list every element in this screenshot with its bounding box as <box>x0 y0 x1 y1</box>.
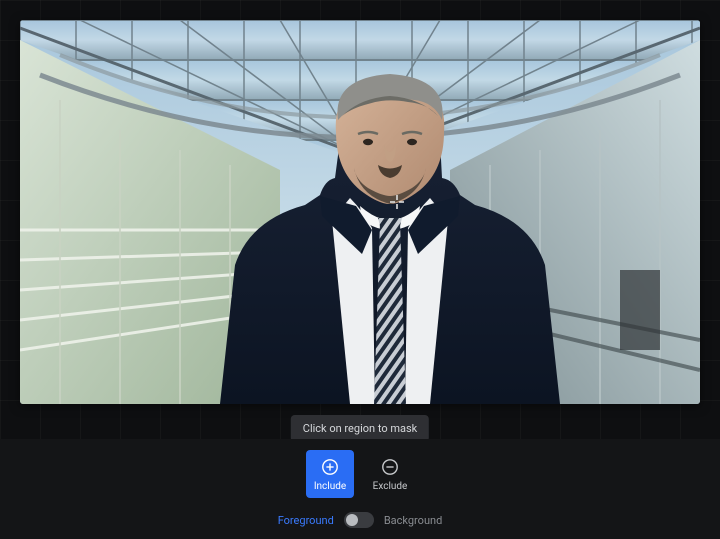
preview-canvas[interactable] <box>20 20 700 404</box>
bottom-toolbar: Include Exclude Foreground Background <box>0 439 720 539</box>
include-mode-button[interactable]: Include <box>306 450 354 498</box>
layer-toggle-switch[interactable] <box>344 512 374 528</box>
minus-circle-icon <box>380 457 400 477</box>
mask-mode-row: Include Exclude <box>306 450 414 498</box>
mask-hint-text: Click on region to mask <box>303 422 417 435</box>
exclude-label: Exclude <box>373 481 408 492</box>
switch-knob <box>346 514 358 526</box>
mask-hint-tooltip: Click on region to mask <box>291 415 429 442</box>
layer-toggle-row: Foreground Background <box>278 512 443 528</box>
plus-circle-icon <box>320 457 340 477</box>
include-label: Include <box>314 481 346 492</box>
background-label[interactable]: Background <box>384 514 442 527</box>
exclude-mode-button[interactable]: Exclude <box>366 450 414 498</box>
foreground-label[interactable]: Foreground <box>278 514 334 527</box>
preview-image <box>20 20 700 404</box>
